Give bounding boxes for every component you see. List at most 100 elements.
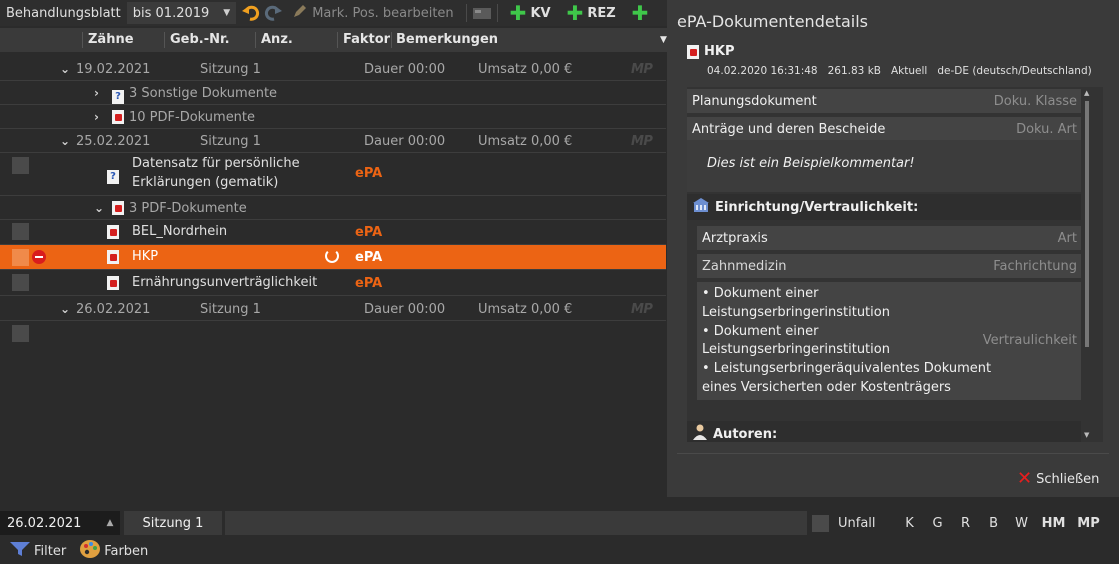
filter-button[interactable]: Filter [10,541,66,561]
mp-badge: MP [631,302,653,317]
colors-button[interactable]: Farben [80,540,148,562]
question-doc-icon: ? [107,166,119,184]
session-date-field[interactable]: 26.02.2021 [0,511,100,535]
undo-icon[interactable] [240,2,262,24]
table-row[interactable]: Ernährungsunverträglichkeit ePA [0,271,666,296]
facility-section-header: Einrichtung/Vertraulichkeit: [687,194,1081,220]
document-name: Ernährungsunverträglichkeit [132,275,318,290]
epa-tag: ePA [355,225,383,240]
specialty-label: Fachrichtung [993,259,1077,274]
session-date: 26.02.2021 [76,302,151,317]
document-group-row[interactable]: › 10 PDF-Dokumente [0,105,666,129]
scrollbar-thumb[interactable] [1085,101,1089,347]
doc-class-value: Planungsdokument [692,94,817,109]
flag-g[interactable]: G [924,516,952,531]
edit-positions-button[interactable]: Mark. Pos. bearbeiten [284,3,461,23]
accident-label: Unfall [838,515,876,531]
document-name: HKP [132,249,159,264]
confidentiality-line: eines Versicherten oder Kostenträgers [702,379,951,395]
divider [337,32,338,48]
session-label: Sitzung 1 [200,62,261,77]
pencil-icon [292,3,308,23]
add-more-button[interactable]: ✚ [624,3,657,23]
confidentiality-line: Leistungserbringerinstitution [702,304,890,320]
pdf-icon [107,250,119,266]
document-group-row[interactable]: ⌄ 3 PDF-Dokumente [0,196,666,220]
column-count[interactable]: Anz. [261,32,293,47]
card-reader-icon[interactable] [471,2,493,24]
divider [496,4,498,22]
add-rez-button[interactable]: ✚ REZ [559,3,624,23]
document-language: de-DE (deutsch/Deutschland) [937,65,1092,77]
session-row[interactable]: ⌄ 26.02.2021 Sitzung 1 Dauer 00:00 Umsat… [0,297,666,321]
chevron-down-icon[interactable]: ⌄ [60,62,70,76]
row-checkbox[interactable] [12,223,29,240]
group-label: 10 PDF-Dokumente [129,110,256,125]
document-group-row[interactable]: › ? 3 Sonstige Dokumente [0,81,666,105]
doc-type-label: Doku. Art [1016,122,1077,137]
document-name: Datensatz für persönliche [132,156,300,171]
refresh-icon[interactable] [325,249,339,267]
session-duration: Dauer 00:00 [364,302,446,317]
session-row[interactable]: ⌄ 19.02.2021 Sitzung 1 Dauer 00:00 Umsat… [0,57,666,81]
scroll-down-icon[interactable]: ▼ [1084,431,1089,439]
chevron-down-icon[interactable]: ⌄ [94,201,104,215]
session-row[interactable]: ⌄ 25.02.2021 Sitzung 1 Dauer 00:00 Umsat… [0,129,666,153]
confidentiality-row: • Dokument einer Leistungserbringerinsti… [697,282,1081,400]
mp-badge: MP [631,62,653,77]
flag-mp[interactable]: MP [1072,516,1106,531]
table-row-selected[interactable]: HKP ePA [0,245,666,270]
row-checkbox[interactable] [12,325,29,342]
period-select[interactable]: bis 01.2019 ▼ [126,2,237,24]
panel-title: ePA-Dokumentendetails [677,12,868,31]
divider [391,32,392,48]
flag-hm[interactable]: HM [1036,516,1072,531]
column-factor[interactable]: Faktor [343,32,390,47]
row-checkbox[interactable] [12,157,29,174]
chevron-right-icon[interactable]: › [94,110,99,124]
document-meta: 04.02.2020 16:31:48 261.83 kB Aktuell de… [707,65,1092,77]
table-row[interactable]: ? Datensatz für persönliche Erklärungen … [0,153,666,196]
table-row[interactable]: BEL_Nordrhein ePA [0,220,666,245]
divider [164,32,165,48]
question-doc-icon: ? [112,86,124,104]
document-comment: Dies ist ein Beispielkommentar! [687,140,1081,192]
column-fee-no[interactable]: Geb.-Nr. [170,32,230,47]
scroll-up-icon[interactable]: ▲ [1084,89,1089,97]
document-details-panel: ePA-Dokumentendetails HKP 04.02.2020 16:… [667,0,1119,497]
add-kv-button[interactable]: ✚ KV [502,3,559,23]
group-label: 3 PDF-Dokumente [129,201,247,216]
doc-type-value: Anträge und deren Bescheide [692,122,886,137]
session-field[interactable]: Sitzung 1 [124,511,222,535]
remove-icon[interactable] [32,250,46,268]
session-duration: Dauer 00:00 [364,62,446,77]
chevron-down-icon[interactable]: ▼ [660,35,667,45]
pdf-icon [107,276,119,292]
epa-tag: ePA [355,250,383,265]
chevron-down-icon[interactable]: ⌄ [60,134,70,148]
facility-type-value: Arztpraxis [702,231,768,246]
flag-b[interactable]: B [980,516,1008,531]
flag-k[interactable]: K [896,516,924,531]
redo-icon[interactable] [262,2,284,24]
column-remarks[interactable]: Bemerkungen [396,32,498,47]
chevron-down-icon: ▼ [223,8,231,18]
column-teeth[interactable]: Zähne [88,32,134,47]
chevron-down-icon[interactable]: ⌄ [60,302,70,316]
flag-w[interactable]: W [1008,516,1036,531]
table-row[interactable] [0,321,666,345]
row-checkbox[interactable] [12,249,29,266]
person-icon [693,424,707,442]
close-button[interactable]: ✕ Schließen [1017,470,1099,488]
row-checkbox[interactable] [12,274,29,291]
calendar-icon[interactable]: ▲ [100,511,120,535]
flag-r[interactable]: R [952,516,980,531]
remarks-input[interactable] [225,511,807,535]
details-scroll-area[interactable]: Planungsdokument Doku. Klasse Anträge un… [687,87,1103,442]
accident-checkbox[interactable] [812,514,829,532]
plus-icon: ✚ [631,1,649,25]
close-icon: ✕ [1017,468,1033,489]
pdf-icon [112,201,124,217]
divider [677,453,1109,454]
chevron-right-icon[interactable]: › [94,86,99,100]
